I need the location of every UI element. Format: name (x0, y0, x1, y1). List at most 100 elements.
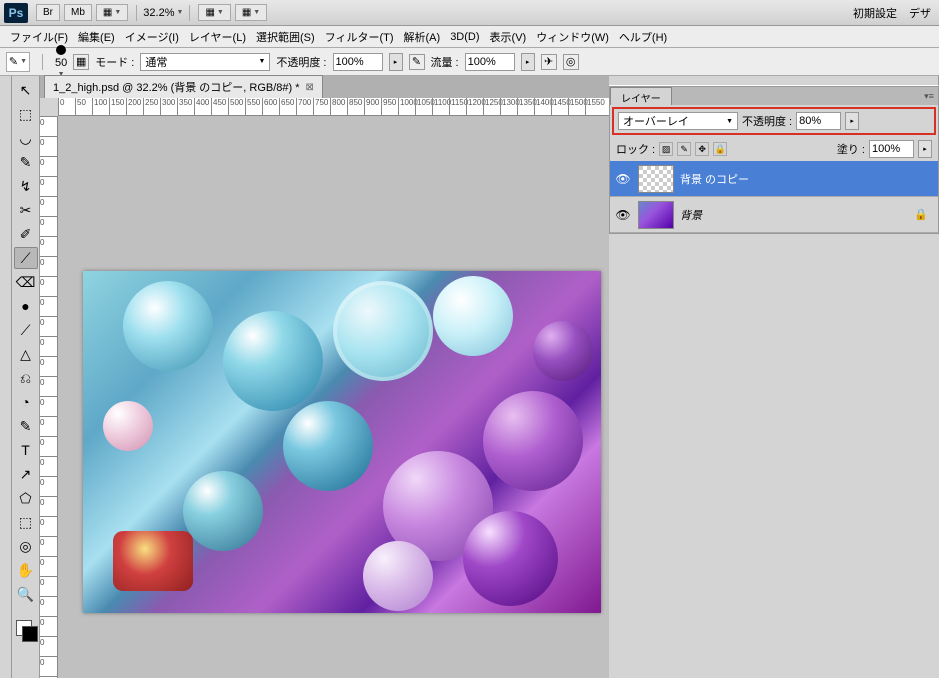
pressure-opacity-toggle[interactable]: ✎ (409, 54, 425, 70)
menu-analysis[interactable]: 解析(A) (400, 27, 445, 47)
menu-select[interactable]: 選択範囲(S) (252, 27, 319, 47)
blur-tool[interactable]: ⎌ (14, 367, 38, 389)
layer-blend-mode-select[interactable]: オーバーレイ (618, 112, 738, 130)
bridge-button[interactable]: Br (36, 4, 60, 21)
lock-icon: 🔒 (914, 208, 934, 221)
marquee-tool[interactable]: ⬚ (14, 103, 38, 125)
3d-camera-tool[interactable]: ◎ (14, 535, 38, 557)
opacity-slider-button[interactable]: ▸ (389, 53, 403, 71)
opacity-value: 100% (336, 56, 364, 68)
close-tab-icon[interactable]: ⊠ (306, 82, 314, 93)
menu-layer[interactable]: レイヤー(L) (185, 27, 250, 47)
menu-file[interactable]: ファイル(F) (6, 27, 72, 47)
lock-fill-row: ロック : ▨ ✎ ✥ 🔒 塗り : 100% ▸ (610, 137, 938, 161)
color-swatches[interactable] (12, 618, 39, 650)
horizontal-ruler[interactable]: 0501001502002503003504004505005506006507… (58, 98, 609, 116)
separator (136, 5, 137, 21)
fill-slider-button[interactable]: ▸ (918, 140, 932, 158)
lock-pixels-icon[interactable]: ✎ (677, 142, 691, 156)
layer-opacity-input[interactable]: 80% (796, 112, 841, 130)
separator (189, 5, 190, 21)
brush-tool[interactable]: ⟋ (14, 247, 38, 269)
brush-size-value: 50 (55, 57, 67, 69)
flow-input[interactable]: 100% (465, 53, 515, 71)
layers-tab[interactable]: レイヤー (610, 87, 672, 105)
3d-tool[interactable]: ⬚ (14, 511, 38, 533)
lock-all-icon[interactable]: 🔒 (713, 142, 727, 156)
eyedropper-tool[interactable]: ✂ (14, 199, 38, 221)
menu-bar: ファイル(F) 編集(E) イメージ(I) レイヤー(L) 選択範囲(S) フィ… (0, 26, 939, 48)
layer-row[interactable]: 👁 背景 🔒 (610, 197, 938, 233)
layer-opacity-slider-button[interactable]: ▸ (845, 112, 859, 130)
options-bar: ✎ 50 ▦ モード : 通常▼ 不透明度 : 100% ▸ ✎ 流量 : 10… (0, 48, 939, 76)
layer-list: 👁 背景 のコピー 👁 背景 🔒 (610, 161, 938, 233)
layer-opacity-value: 80% (799, 115, 821, 127)
layer-thumbnail[interactable] (638, 201, 674, 229)
background-swatch[interactable] (22, 626, 38, 642)
blend-mode-select[interactable]: 通常▼ (140, 53, 270, 71)
layer-blend-mode-value: オーバーレイ (623, 113, 689, 129)
brush-size-dropdown[interactable]: 50 (55, 45, 67, 78)
quick-select-tool[interactable]: ✎ (14, 151, 38, 173)
crop-tool[interactable]: ↯ (14, 175, 38, 197)
lock-position-icon[interactable]: ✥ (695, 142, 709, 156)
arrange-dropdown[interactable]: ▦ (235, 4, 267, 21)
dodge-tool[interactable]: ◔ (14, 391, 38, 413)
separator (42, 54, 43, 70)
minibridge-button[interactable]: Mb (64, 4, 92, 21)
workspace-design-label[interactable]: デザ (905, 5, 935, 21)
path-select-tool[interactable]: ↗ (14, 463, 38, 485)
eraser-tool[interactable]: ⟋ (14, 319, 38, 341)
hand-tool[interactable]: ✋ (14, 559, 38, 581)
flow-slider-button[interactable]: ▸ (521, 53, 535, 71)
pressure-size-toggle[interactable]: ◎ (563, 54, 579, 70)
document-area: 1_2_high.psd @ 32.2% (背景 のコピー, RGB/8#) *… (40, 76, 609, 678)
lock-transparent-icon[interactable]: ▨ (659, 142, 673, 156)
document-tab[interactable]: 1_2_high.psd @ 32.2% (背景 のコピー, RGB/8#) *… (44, 75, 323, 98)
workspace-init-label[interactable]: 初期設定 (845, 5, 905, 21)
fill-input[interactable]: 100% (869, 140, 914, 158)
menu-image[interactable]: イメージ(I) (121, 27, 183, 47)
layers-panel: レイヤー ▾≡ オーバーレイ 不透明度 : 80% ▸ ロック : ▨ ✎ ✥ … (609, 86, 939, 234)
layer-thumbnail[interactable] (638, 165, 674, 193)
menu-window[interactable]: ウィンドウ(W) (532, 27, 613, 47)
layer-row[interactable]: 👁 背景 のコピー (610, 161, 938, 197)
flow-value: 100% (468, 56, 496, 68)
panel-menu-icon[interactable]: ▾≡ (920, 87, 938, 105)
menu-filter[interactable]: フィルター(T) (321, 27, 398, 47)
menu-edit[interactable]: 編集(E) (74, 27, 119, 47)
brush-panel-toggle[interactable]: ▦ (73, 54, 89, 70)
visibility-icon[interactable]: 👁 (614, 170, 632, 188)
layer-opacity-label: 不透明度 : (742, 113, 792, 129)
panels-dock: レイヤー ▾≡ オーバーレイ 不透明度 : 80% ▸ ロック : ▨ ✎ ✥ … (609, 76, 939, 678)
layer-name[interactable]: 背景 (680, 207, 702, 223)
history-brush-tool[interactable]: ● (14, 295, 38, 317)
pen-tool[interactable]: ✎ (14, 415, 38, 437)
move-tool[interactable]: ↖ (14, 79, 38, 101)
opacity-input[interactable]: 100% (333, 53, 383, 71)
tool-preset-dropdown[interactable]: ✎ (6, 52, 30, 72)
lasso-tool[interactable]: ◡ (14, 127, 38, 149)
visibility-icon[interactable]: 👁 (614, 206, 632, 224)
canvas[interactable] (58, 116, 609, 678)
view-extras-dropdown[interactable]: ▦ (198, 4, 230, 21)
menu-help[interactable]: ヘルプ(H) (615, 27, 671, 47)
menu-3d[interactable]: 3D(D) (446, 29, 483, 45)
type-tool[interactable]: T (14, 439, 38, 461)
screen-mode-dropdown[interactable]: ▦ (96, 4, 128, 21)
layer-name[interactable]: 背景 のコピー (680, 171, 749, 187)
brush-preview-icon (56, 45, 66, 55)
panel-tab-row: レイヤー ▾≡ (610, 87, 938, 105)
menu-view[interactable]: 表示(V) (486, 27, 531, 47)
shape-tool[interactable]: ⬠ (14, 487, 38, 509)
vertical-ruler[interactable]: 000000000000000000000000000000 (40, 116, 58, 678)
zoom-tool[interactable]: 🔍 (14, 583, 38, 605)
healing-tool[interactable]: ✐ (14, 223, 38, 245)
collapsed-dock[interactable] (0, 76, 12, 678)
gradient-tool[interactable]: △ (14, 343, 38, 365)
blend-mode-value: 通常 (145, 54, 167, 70)
stamp-tool[interactable]: ⌫ (14, 271, 38, 293)
blend-opacity-row: オーバーレイ 不透明度 : 80% ▸ (612, 107, 936, 135)
airbrush-toggle[interactable]: ✈ (541, 54, 557, 70)
zoom-dropdown[interactable]: 32.2% (143, 7, 183, 19)
